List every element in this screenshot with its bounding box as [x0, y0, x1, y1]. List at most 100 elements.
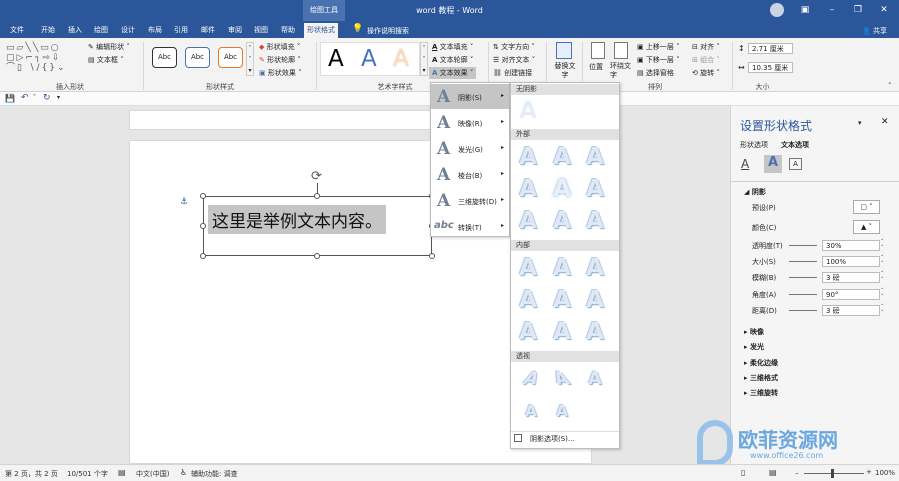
shape-effects-button[interactable]: ▣ 形状效果 ˅ [259, 68, 302, 78]
alt-text-icon[interactable] [556, 42, 572, 59]
tab-file[interactable]: 文件 [7, 23, 27, 38]
rotate-button[interactable]: ⟲ 旋转 ˅ [692, 68, 720, 78]
resize-handle[interactable] [314, 193, 320, 199]
tab-review[interactable]: 审阅 [225, 23, 245, 38]
shadow-inner-option[interactable]: A [548, 255, 576, 282]
tab-text-options[interactable]: 文本选项 [781, 140, 809, 150]
angle-input[interactable]: 90° [822, 289, 880, 300]
menu-item-3d-rotation[interactable]: A 三维旋转(D) ▸ [431, 188, 509, 213]
collapse-ribbon-icon[interactable]: ˄ [888, 82, 892, 90]
menu-item-glow[interactable]: A 发光(G) ▸ [431, 136, 509, 161]
tab-references[interactable]: 引用 [171, 23, 191, 38]
avatar[interactable] [770, 3, 784, 17]
word-count[interactable]: 10/501 个字 [67, 469, 108, 479]
tab-layout[interactable]: 布局 [145, 23, 165, 38]
shadow-outer-option[interactable]: A [548, 144, 576, 171]
shape-style-2[interactable]: Abc [185, 47, 210, 68]
undo-dropdown-icon[interactable]: ˅ [33, 94, 36, 101]
shadow-options-link[interactable]: 阴影选项(S)... [530, 434, 575, 444]
blur-input[interactable]: 3 磅 [822, 272, 880, 283]
shadow-outer-option[interactable]: A [514, 144, 542, 171]
bring-forward-button[interactable]: ▣ 上移一层 ˅ [637, 42, 680, 52]
resize-handle[interactable] [200, 223, 206, 229]
undo-icon[interactable]: ↶ [21, 93, 29, 103]
shadow-outer-option[interactable]: A [581, 208, 609, 235]
restore-icon[interactable]: ❐ [850, 3, 866, 17]
shape-style-1[interactable]: Abc [152, 47, 177, 68]
size-input[interactable]: 100% [822, 256, 880, 267]
text-direction-button[interactable]: ⇅ 文字方向 ˅ [493, 42, 535, 52]
page-count[interactable]: 第 2 页，共 2 页 [5, 469, 58, 479]
tab-draw[interactable]: 绘图 [91, 23, 111, 38]
wordart-gallery[interactable]: A A A [320, 42, 420, 76]
align-button[interactable]: ⊟ 对齐 ˅ [692, 42, 720, 52]
tell-me-search[interactable]: 操作说明搜索 [367, 26, 409, 36]
edit-shape-button[interactable]: ✎ 编辑形状 ˅ [88, 42, 130, 52]
section-shadow[interactable]: ◢ 阴影 [744, 187, 766, 197]
shadow-none-option[interactable]: A [514, 98, 542, 125]
close-icon[interactable]: ✕ [876, 3, 892, 17]
section-reflection[interactable]: ▸ 映像 [744, 327, 764, 337]
blur-slider[interactable] [789, 277, 817, 278]
shadow-inner-option[interactable]: A [514, 287, 542, 314]
text-box-content[interactable]: 这里是举例文本内容。 [208, 205, 386, 234]
section-3d-rotation[interactable]: ▸ 三维旋转 [744, 388, 778, 398]
zoom-out-icon[interactable]: – [795, 469, 799, 477]
align-text-button[interactable]: ☰ 对齐文本 ˅ [493, 55, 535, 65]
customize-qat-icon[interactable]: ▾ [57, 94, 60, 101]
transparency-input[interactable]: 30% [822, 240, 880, 251]
share-button[interactable]: 👤 共享 [862, 26, 887, 36]
text-box-button[interactable]: ▤ 文本框 ˅ [88, 55, 124, 65]
save-icon[interactable]: 💾 [5, 94, 15, 103]
spinner-icon[interactable]: ˄ ˅ [881, 304, 884, 316]
zoom-slider[interactable] [804, 473, 864, 474]
zoom-slider-thumb[interactable] [831, 469, 834, 478]
shadow-inner-option[interactable]: A [581, 287, 609, 314]
spinner-icon[interactable]: ˄ ˅ [881, 271, 884, 283]
menu-item-shadow[interactable]: A 阴影(S) ▸ [431, 84, 509, 109]
shape-style-3[interactable]: Abc [218, 47, 243, 68]
tab-help[interactable]: 帮助 [278, 23, 298, 38]
text-box-layout-icon[interactable]: A [789, 158, 802, 170]
text-fill-outline-icon[interactable]: A [741, 157, 749, 171]
wrap-text-button[interactable]: 环绕文字 [610, 62, 634, 80]
read-mode-icon[interactable]: ▯ [741, 468, 745, 477]
shadow-outer-option[interactable]: A [548, 208, 576, 235]
shape-style-scroll[interactable]: ˄ ˅ ▾ [246, 42, 254, 76]
position-button[interactable]: 位置 [589, 62, 603, 72]
section-3d-format[interactable]: ▸ 三维格式 [744, 373, 778, 383]
spinner-icon[interactable]: ˄ ˅ [881, 288, 884, 300]
shadow-inner-option[interactable]: A [581, 319, 609, 346]
text-box[interactable]: 这里是举例文本内容。 [203, 196, 432, 256]
shadow-inner-option[interactable]: A [514, 319, 542, 346]
shadow-inner-option[interactable]: A [548, 287, 576, 314]
tab-shape-format[interactable]: 形状格式 [304, 23, 338, 38]
redo-icon[interactable]: ↻ [43, 93, 51, 103]
spinner-icon[interactable]: ˄ ˅ [881, 255, 884, 267]
web-layout-icon[interactable]: ▤ [769, 468, 777, 477]
wrap-text-icon[interactable] [614, 42, 628, 59]
tab-insert[interactable]: 插入 [65, 23, 85, 38]
position-icon[interactable] [591, 42, 605, 59]
shadow-perspective-option[interactable]: A [517, 398, 545, 425]
zoom-level[interactable]: 100% [875, 469, 895, 477]
shadow-outer-option[interactable]: A [581, 176, 609, 203]
text-effects-icon[interactable]: A [764, 155, 782, 173]
tab-view[interactable]: 视图 [251, 23, 271, 38]
distance-input[interactable]: 3 磅 [822, 305, 880, 316]
transparency-slider[interactable] [789, 245, 817, 246]
shadow-outer-option[interactable]: A [581, 144, 609, 171]
spinner-icon[interactable]: ˄ ˅ [881, 239, 884, 251]
shadow-inner-option[interactable]: A [514, 255, 542, 282]
send-backward-button[interactable]: ▣ 下移一层 ˅ [637, 55, 680, 65]
zoom-in-icon[interactable]: + [866, 468, 872, 476]
wordart-style-black[interactable]: A [328, 46, 344, 72]
wordart-scroll[interactable]: ˄ ˅ ▾ [420, 42, 428, 76]
text-outline-button[interactable]: A 文本轮廓 ˅ [432, 55, 473, 65]
tab-shape-options[interactable]: 形状选项 [740, 140, 768, 150]
section-glow[interactable]: ▸ 发光 [744, 342, 764, 352]
alt-text-button[interactable]: 替换文字 [554, 62, 576, 80]
shadow-inner-option[interactable]: A [581, 255, 609, 282]
pane-close-icon[interactable]: ✕ [881, 117, 889, 127]
shape-outline-button[interactable]: ✎ 形状轮廓 ˅ [259, 55, 301, 65]
